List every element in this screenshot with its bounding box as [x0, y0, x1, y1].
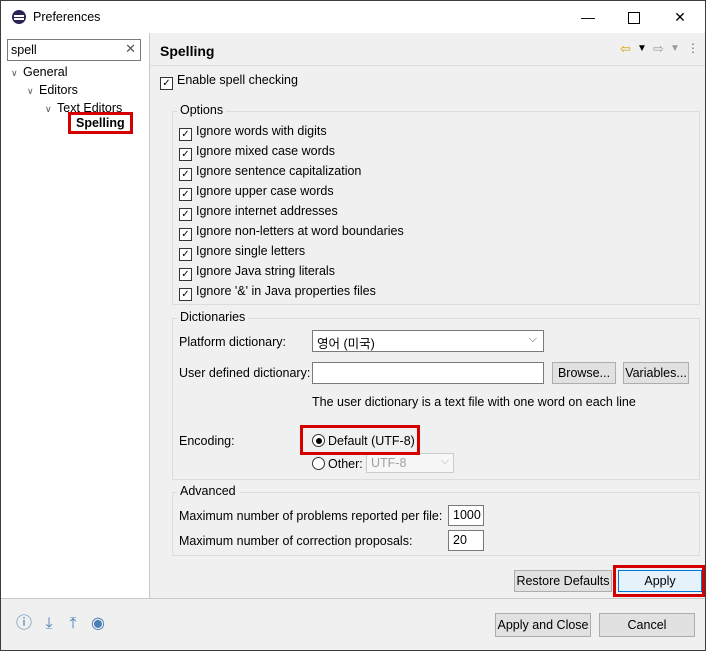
ignore-digits-checkbox[interactable]: ✓ Ignore words with digits: [179, 124, 327, 141]
preference-tree-panel: ✕ ∨General ∨Editors ∨Text Editors Spelli…: [1, 33, 150, 598]
close-button[interactable]: ✕: [657, 1, 703, 33]
max-problems-label: Maximum number of problems reported per …: [179, 509, 443, 523]
advanced-group: Advanced Maximum number of problems repo…: [172, 484, 700, 556]
options-group: Options ✓ Ignore words with digits ✓ Ignor…: [172, 103, 700, 305]
platform-dictionary-label: Platform dictionary:: [179, 335, 286, 349]
chevron-down-icon: ⌵: [440, 455, 449, 467]
forward-arrow-icon[interactable]: ⇨: [653, 41, 664, 57]
ignore-java-strings-checkbox[interactable]: ✓ Ignore Java string literals: [179, 264, 335, 281]
cancel-button[interactable]: Cancel: [599, 613, 695, 637]
view-menu-icon[interactable]: ⋮: [687, 41, 699, 55]
options-group-label: Options: [177, 103, 227, 117]
ignore-upper-case-checkbox[interactable]: ✓ Ignore upper case words: [179, 184, 334, 201]
advanced-group-label: Advanced: [177, 484, 239, 498]
browse-button[interactable]: Browse...: [552, 362, 616, 384]
apply-and-close-button[interactable]: Apply and Close: [495, 613, 591, 637]
user-dictionary-label: User defined dictionary:: [179, 366, 311, 380]
help-icon[interactable]: ⓘ: [15, 615, 33, 633]
expand-icon[interactable]: ∨: [11, 68, 23, 79]
encoding-other-select[interactable]: UTF-8 ⌵: [366, 453, 454, 473]
maximize-button[interactable]: [611, 1, 657, 33]
tree-item-editors[interactable]: ∨ Editors: [27, 83, 78, 97]
title-separator: [150, 65, 705, 66]
dictionaries-group-label: Dictionaries: [177, 310, 249, 324]
ignore-sentence-cap-checkbox[interactable]: ✓ Ignore sentence capitalization: [179, 164, 361, 181]
enable-spell-checkbox[interactable]: ✓ Enable spell checking: [160, 73, 298, 90]
forward-menu-icon[interactable]: ▼: [670, 43, 680, 54]
ignore-ampersand-checkbox[interactable]: ✓ Ignore '&' in Java properties files: [179, 284, 376, 301]
user-dictionary-hint: The user dictionary is a text file with …: [312, 395, 636, 409]
encoding-other-radio[interactable]: Other:: [312, 457, 363, 471]
title-bar: Preferences — ✕: [1, 1, 705, 33]
bottom-separator: [1, 598, 705, 599]
apply-highlight: [613, 565, 705, 597]
export-icon[interactable]: ⤒: [64, 615, 82, 633]
encoding-label: Encoding:: [179, 434, 235, 448]
ignore-mixed-case-checkbox[interactable]: ✓ Ignore mixed case words: [179, 144, 335, 161]
eclipse-icon: [12, 10, 26, 24]
record-icon[interactable]: ◉: [89, 615, 107, 633]
filter-field[interactable]: ✕: [7, 39, 141, 61]
maximize-icon: [628, 12, 640, 24]
ignore-non-letters-checkbox[interactable]: ✓ Ignore non-letters at word boundaries: [179, 224, 404, 241]
max-proposals-input[interactable]: 20: [448, 530, 484, 551]
clear-filter-icon[interactable]: ✕: [125, 41, 136, 57]
expand-icon[interactable]: ∨: [27, 86, 39, 97]
radio-unselected[interactable]: [312, 457, 325, 470]
spelling-page: Spelling ⇦ ▼ ⇨ ▼ ⋮ ✓ Enable spell checkin…: [150, 33, 705, 598]
max-proposals-label: Maximum number of correction proposals:: [179, 534, 413, 548]
checkbox-box[interactable]: ✓: [160, 77, 173, 90]
tree-item-general[interactable]: ∨ General: [11, 65, 67, 79]
back-arrow-icon[interactable]: ⇦: [620, 41, 631, 57]
ignore-internet-checkbox[interactable]: ✓ Ignore internet addresses: [179, 204, 338, 221]
page-title: Spelling: [160, 43, 215, 59]
max-problems-input[interactable]: 1000: [448, 505, 484, 526]
user-dictionary-input[interactable]: [312, 362, 544, 384]
platform-dictionary-select[interactable]: 영어 (미국) ⌵: [312, 330, 544, 352]
window-title: Preferences: [33, 10, 101, 24]
back-menu-icon[interactable]: ▼: [637, 43, 647, 54]
preferences-window: Preferences — ✕ ✕ ∨General ∨Editors ∨Tex…: [0, 0, 706, 651]
tree-item-spelling[interactable]: Spelling: [68, 112, 133, 134]
import-icon[interactable]: ⤓: [40, 615, 58, 633]
filter-input[interactable]: [11, 42, 121, 57]
dictionaries-group: Dictionaries Platform dictionary: 영어 (미국…: [172, 310, 700, 480]
ignore-single-letters-checkbox[interactable]: ✓ Ignore single letters: [179, 244, 305, 261]
variables-button[interactable]: Variables...: [623, 362, 689, 384]
minimize-button[interactable]: —: [565, 1, 611, 33]
restore-defaults-button[interactable]: Restore Defaults: [514, 570, 612, 592]
expand-icon[interactable]: ∨: [45, 104, 57, 115]
chevron-down-icon: ⌵: [528, 333, 537, 345]
default-encoding-highlight: [300, 425, 420, 455]
